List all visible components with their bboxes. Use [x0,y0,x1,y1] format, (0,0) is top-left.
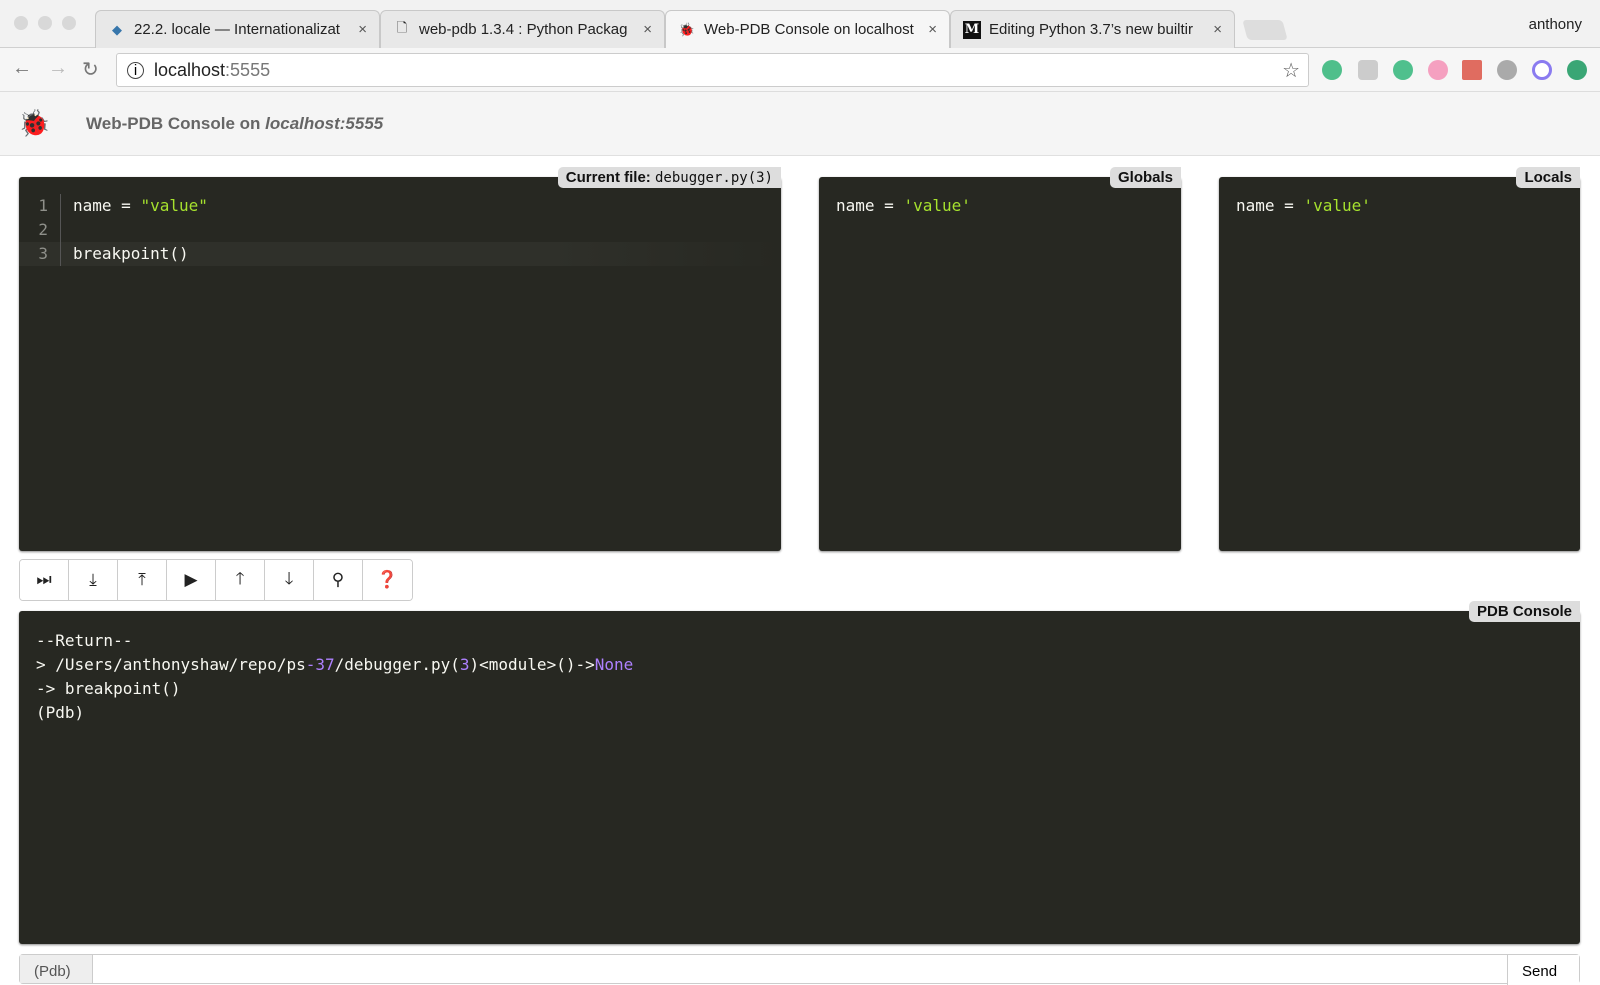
current-file-label: Current file: debugger.py(3) [557,167,781,188]
document-icon: 🗋 [396,19,408,35]
next-button[interactable]: ⏭︎ [20,560,69,600]
back-icon[interactable]: ← [12,57,32,80]
question-icon: ❓ [376,570,399,589]
down-button[interactable]: 🡓 [265,560,314,600]
pdb-prompt-label: (Pdb) [20,955,93,983]
debug-toolbar: ⏭︎ ⤓ ⤒ ▶ 🡑 🡓 ⚲ ❓ [19,559,413,601]
url-port: :5555 [225,59,271,80]
bookmark-star-icon[interactable]: ☆ [1282,58,1300,83]
browser-tab-bar: ◆ 22.2. locale — Internationalizat × 🗋 w… [0,0,1600,48]
reload-icon[interactable]: ↻ [82,57,99,82]
browser-tab[interactable]: M Editing Python 3.7’s new builtir × [950,10,1235,48]
extension-icon[interactable] [1322,60,1342,80]
bug-icon: 🐞 [678,21,696,37]
profile-name[interactable]: anthony [1529,16,1582,33]
tab-title: 22.2. locale — Internationalizat [134,21,340,38]
url-host: localhost [154,59,226,80]
console-line: > /Users/anthonyshaw/repo/ps-37/debugger… [36,655,634,674]
current-code-line: 3 breakpoint() [19,242,781,266]
map-marker-icon: ⚲ [331,570,345,589]
grammarly-icon[interactable] [1393,60,1413,80]
help-button[interactable]: ❓ [363,560,412,600]
step-out-icon: ⤒ [138,570,146,589]
globals-label: Globals [1109,167,1181,188]
tab-title: Editing Python 3.7’s new builtir [989,21,1194,38]
play-icon: ▶ [184,570,198,589]
step-into-icon: ⤓ [89,570,97,589]
close-tab-icon[interactable]: × [358,21,367,38]
return-button[interactable]: ⤒ [118,560,167,600]
page-title: Web-PDB Console on localhost:5555 [86,114,384,133]
close-tab-icon[interactable]: × [928,21,937,38]
bug-logo-icon: 🐞 [18,108,51,138]
info-icon[interactable]: i [127,61,144,79]
close-tab-icon[interactable]: × [1213,21,1222,38]
page-header: 🐞 Web-PDB Console on localhost:5555 [0,92,1600,156]
browser-tab[interactable]: ◆ 22.2. locale — Internationalizat × [95,10,380,48]
pdb-console-label: PDB Console [1468,601,1580,622]
locals-label: Locals [1516,167,1580,188]
tab-title: web-pdb 1.3.4 : Python Packag [419,21,628,38]
browser-tab[interactable]: 🗋 web-pdb 1.3.4 : Python Packag × [380,10,665,48]
upload-extension-icon[interactable] [1567,60,1587,80]
arrow-up-icon: 🡑 [235,568,245,588]
globals-panel: Globals name = 'value' [819,167,1181,551]
forward-icon[interactable]: → [48,57,68,80]
new-tab-button[interactable] [1242,20,1288,40]
lastpass-icon[interactable] [1462,60,1482,80]
console-line: -> breakpoint() [36,679,181,698]
command-input[interactable] [93,955,1507,983]
extension-icon[interactable] [1532,60,1552,80]
extension-icon[interactable] [1497,60,1517,80]
pdb-console-panel: PDB Console --Return-- > /Users/anthonys… [19,601,1580,944]
medium-icon: M [963,20,981,39]
address-toolbar: ← → ↻ i localhost:5555 ☆ [0,48,1600,92]
heart-extension-icon[interactable] [1428,60,1448,80]
continue-button[interactable]: ▶ [167,560,216,600]
console-prompt: (Pdb) [36,703,85,722]
code-line: 1 name = "value" [19,194,781,218]
up-button[interactable]: 🡑 [216,560,265,600]
close-tab-icon[interactable]: × [643,21,652,38]
command-input-group: (Pdb) Send [19,954,1580,985]
step-over-icon: ⏭︎ [36,570,52,589]
window-controls[interactable] [14,16,76,30]
code-line: 2 [19,218,781,242]
step-button[interactable]: ⤓ [69,560,118,600]
breakpoint-button[interactable]: ⚲ [314,560,363,600]
locals-panel: Locals name = 'value' [1219,167,1580,551]
send-button[interactable]: Send [1507,955,1579,985]
browser-tab-active[interactable]: 🐞 Web-PDB Console on localhost × [665,10,950,48]
extension-icon[interactable] [1358,60,1378,80]
arrow-down-icon: 🡓 [284,568,294,588]
url-bar[interactable]: i localhost:5555 ☆ [116,53,1309,87]
code-editor-panel: Current file: debugger.py(3) 1 name = "va… [19,167,781,551]
python-icon: ◆ [112,21,122,37]
console-line: --Return-- [36,631,133,650]
tab-title: Web-PDB Console on localhost [704,21,914,38]
